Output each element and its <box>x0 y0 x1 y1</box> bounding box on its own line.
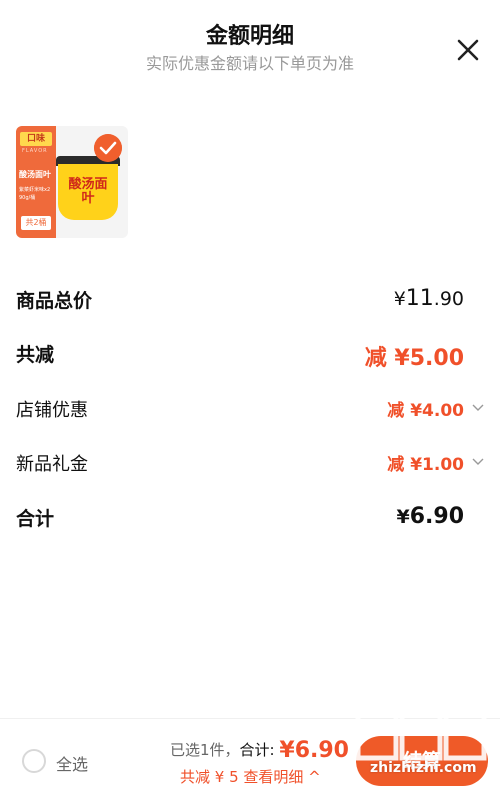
sum-value: 6.90 <box>409 504 464 529</box>
page-subtitle: 实际优惠金额请以下单页为准 <box>145 54 354 73</box>
goods-total-dec: .90 <box>433 288 464 310</box>
goods-total-label: 商品总价 <box>16 290 93 312</box>
header: 金额明细 实际优惠金额请以下单页为准 <box>0 0 500 80</box>
close-icon[interactable] <box>454 36 482 64</box>
sum-currency: ¥ <box>396 506 410 528</box>
chevron-down-icon[interactable] <box>472 404 484 412</box>
new-gift-value: 减 ¥1.00 <box>387 455 464 475</box>
product-name: 酸汤面叶 <box>19 170 51 179</box>
goods-total-currency: ¥ <box>393 288 406 310</box>
total-currency: ¥ <box>279 738 295 763</box>
product-desc: 紫菜虾米味x2 90g/桶 <box>19 187 51 201</box>
selected-count: 已选1件， <box>170 741 240 759</box>
store-discount-label: 店铺优惠 <box>16 400 88 421</box>
flavor-badge: 口味 <box>20 132 52 146</box>
goods-total-int: 11 <box>405 286 434 311</box>
page-title: 金额明细 <box>205 24 294 49</box>
total-reduce-value: 减 ¥5.00 <box>364 346 464 371</box>
store-discount-value: 减 ¥4.00 <box>387 401 464 421</box>
thumbnail-panel: 口味 FLAVOR 酸汤面叶 紫菜虾米味x2 90g/桶 共2桶 <box>16 126 56 238</box>
chevron-down-icon[interactable] <box>472 458 484 466</box>
select-all-radio[interactable] <box>22 749 46 773</box>
total-reduce-label: 共减 <box>16 344 55 366</box>
product-count: 共2桶 <box>21 216 51 230</box>
goods-total-value: ¥11.90 <box>394 286 464 311</box>
tub-label: 酸汤面叶 <box>68 177 108 206</box>
new-gift-label: 新品礼金 <box>16 454 88 475</box>
check-icon <box>94 134 122 162</box>
flavor-badge-en: FLAVOR <box>22 148 48 154</box>
total-label: 合计: <box>239 741 275 759</box>
sum-label: 合计 <box>16 508 55 530</box>
reduce-detail-link[interactable]: 共减 ¥ 5 查看明细 ^ <box>180 766 321 787</box>
select-all-label[interactable]: 全选 <box>56 751 88 775</box>
total-value: 6.90 <box>294 738 349 763</box>
order-summary: 已选1件，合计: ¥6.90 <box>170 738 349 763</box>
sum-value-group: ¥6.90 <box>396 504 464 529</box>
watermark-url: zhizhizhi.com <box>370 760 477 776</box>
